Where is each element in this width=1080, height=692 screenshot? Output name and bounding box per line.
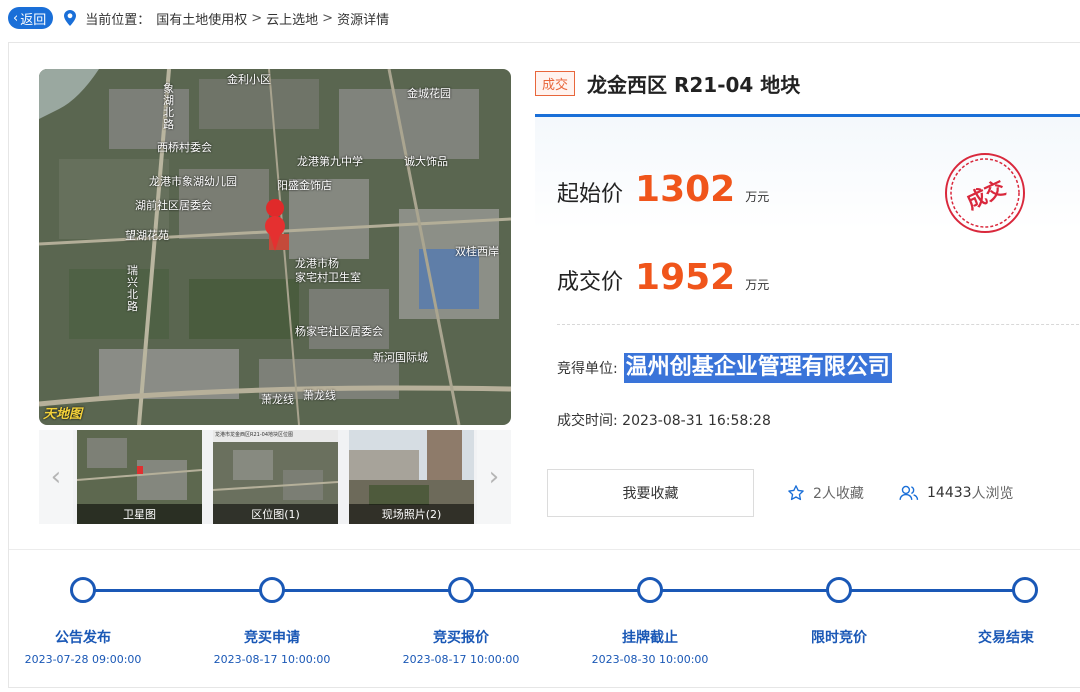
timeline-step-bid: 竞买报价 2023-08-17 10:00:00 bbox=[386, 627, 536, 666]
map-label: 龙港第九中学 bbox=[297, 155, 363, 168]
map-label: 龙港市象湖幼儿园 bbox=[149, 175, 237, 188]
winner-label: 竞得单位: bbox=[557, 361, 618, 377]
deal-price-row: 成交价 1952 万元 bbox=[557, 257, 769, 298]
timeline-step-listing-close: 挂牌截止 2023-08-30 10:00:00 bbox=[575, 627, 725, 666]
timeline-step-label: 公告发布 bbox=[55, 630, 111, 646]
timeline-step-label: 限时竞价 bbox=[811, 630, 867, 646]
map-label: 瑞兴北路 bbox=[127, 264, 138, 313]
start-price-label: 起始价 bbox=[557, 182, 624, 207]
map-label: 萧龙线 bbox=[261, 393, 294, 406]
timeline-step-label: 挂牌截止 bbox=[622, 630, 678, 646]
timeline-step-date: 2023-08-30 10:00:00 bbox=[591, 653, 709, 666]
back-button[interactable]: ‹ 返回 bbox=[8, 7, 54, 29]
timeline-node bbox=[448, 577, 474, 603]
deal-price-value: 1952 bbox=[635, 257, 736, 298]
back-label: 返回 bbox=[20, 12, 47, 28]
lot-title-row: 成交 龙金西区 R21-04 地块 bbox=[535, 69, 800, 98]
breadcrumb-separator: > bbox=[322, 10, 334, 26]
thumbnail-caption: 卫星图 bbox=[77, 504, 202, 524]
thumbnail-caption: 现场照片(2) bbox=[349, 504, 474, 524]
map-label: 家宅村卫生室 bbox=[295, 271, 361, 284]
favorites-text: 2人收藏 bbox=[813, 486, 864, 502]
star-icon bbox=[788, 485, 804, 501]
timeline-step-date: 2023-08-17 10:00:00 bbox=[213, 653, 331, 666]
favorite-button[interactable]: 我要收藏 bbox=[547, 469, 754, 517]
timeline-divider bbox=[9, 549, 1080, 550]
map-brand-logo: 天地图 bbox=[43, 407, 83, 422]
thumbnail-site-photo[interactable]: 现场照片(2) bbox=[349, 430, 474, 524]
timeline-node bbox=[70, 577, 96, 603]
map-label: 湖前社区居委会 bbox=[135, 199, 212, 212]
timeline-step-end: 交易结束 bbox=[931, 627, 1080, 653]
timeline-step-label: 竞买申请 bbox=[244, 630, 300, 646]
map-label: 望湖花苑 bbox=[125, 229, 169, 242]
winner-name: 温州创基企业管理有限公司 bbox=[623, 353, 892, 383]
map-label: 新河国际城 bbox=[373, 351, 428, 364]
start-price-value: 1302 bbox=[635, 169, 736, 210]
map-label: 萧龙线 bbox=[303, 389, 336, 402]
location-pin-icon bbox=[64, 10, 77, 26]
map-label: 阳盛金饰店 bbox=[277, 179, 332, 192]
thumbnail-satellite[interactable]: 卫星图 bbox=[77, 430, 202, 524]
views-count: 14433 人浏览 bbox=[899, 483, 1014, 503]
deal-time-row: 成交时间: 2023-08-31 16:58:28 bbox=[557, 410, 771, 430]
lot-title: 龙金西区 R21-04 地块 bbox=[587, 73, 801, 97]
views-suffix: 人浏览 bbox=[971, 486, 1014, 502]
timeline-step-date: 2023-07-28 09:00:00 bbox=[24, 653, 142, 666]
timeline-node bbox=[1012, 577, 1038, 603]
map-label: 象湖北路 bbox=[163, 82, 174, 131]
top-bar: ‹ 返回 当前位置： 国有土地使用权 > 云上选地 > 资源详情 bbox=[0, 0, 1080, 36]
deal-price-unit: 万元 bbox=[745, 278, 770, 292]
satellite-map[interactable]: 金利小区 金城花园 象湖北路 西桥村委会 龙港第九中学 诚大饰品 龙港市象湖幼儿… bbox=[39, 69, 511, 425]
chevron-left-icon: ‹ bbox=[13, 10, 19, 26]
timeline-step-label: 交易结束 bbox=[978, 630, 1034, 646]
timeline-node bbox=[637, 577, 663, 603]
status-badge: 成交 bbox=[535, 71, 576, 96]
thumbnail-location-map[interactable]: 龙港市龙金西区R21-04地块区位图 区位图(1) bbox=[213, 430, 338, 524]
timeline-step-timed-bid: 限时竞价 bbox=[764, 627, 914, 653]
breadcrumb-item-resource-detail: 资源详情 bbox=[337, 12, 390, 28]
deal-time-value: 2023-08-31 16:58:28 bbox=[622, 413, 771, 429]
map-label: 金城花园 bbox=[407, 87, 451, 100]
timeline-node bbox=[259, 577, 285, 603]
timeline-node bbox=[826, 577, 852, 603]
thumbnail-header: 龙港市龙金西区R21-04地块区位图 bbox=[215, 432, 294, 438]
breadcrumb-item-cloud-select[interactable]: 云上选地 bbox=[266, 9, 318, 28]
map-label: 杨家宅社区居委会 bbox=[295, 325, 383, 338]
map-label: 双桂西岸 bbox=[455, 245, 499, 258]
favorites-count: 2人收藏 bbox=[787, 483, 864, 503]
breadcrumb-separator: > bbox=[251, 10, 263, 26]
location-label: 当前位置： bbox=[85, 12, 151, 28]
winner-row: 竞得单位: 温州创基企业管理有限公司 bbox=[557, 353, 892, 383]
start-price-unit: 万元 bbox=[745, 190, 770, 204]
timeline-step-date: 2023-08-17 10:00:00 bbox=[402, 653, 520, 666]
chevron-right-icon[interactable]: › bbox=[477, 430, 511, 524]
detail-panel: 金利小区 金城花园 象湖北路 西桥村委会 龙港第九中学 诚大饰品 龙港市象湖幼儿… bbox=[8, 42, 1080, 688]
deal-stamp: 成交 bbox=[943, 151, 1027, 235]
price-box: 起始价 1302 万元 成交价 1952 万元 成交 bbox=[535, 114, 1080, 322]
deal-time-label: 成交时间: bbox=[557, 413, 618, 429]
timeline-step-apply: 竞买申请 2023-08-17 10:00:00 bbox=[197, 627, 347, 666]
deal-price-label: 成交价 bbox=[557, 270, 624, 295]
chevron-left-icon[interactable]: ‹ bbox=[39, 430, 73, 524]
map-label: 诚大饰品 bbox=[404, 155, 448, 168]
timeline-step-label: 竞买报价 bbox=[433, 630, 489, 646]
timeline-line bbox=[83, 589, 1025, 592]
map-label: 西桥村委会 bbox=[157, 141, 212, 154]
views-number: 14433 bbox=[927, 485, 972, 501]
users-icon bbox=[899, 485, 919, 500]
thumbnail-caption: 区位图(1) bbox=[213, 504, 338, 524]
map-label: 金利小区 bbox=[227, 73, 271, 86]
breadcrumb-item-land-rights[interactable]: 国有土地使用权 bbox=[156, 9, 247, 28]
timeline-step-announce: 公告发布 2023-07-28 09:00:00 bbox=[8, 627, 158, 666]
divider bbox=[557, 324, 1080, 325]
thumbnail-strip: ‹ 卫星图 龙港市龙金西区R21-04地块区位图 区位图(1) 现场照片(2) … bbox=[39, 430, 511, 524]
start-price-row: 起始价 1302 万元 bbox=[557, 169, 769, 210]
